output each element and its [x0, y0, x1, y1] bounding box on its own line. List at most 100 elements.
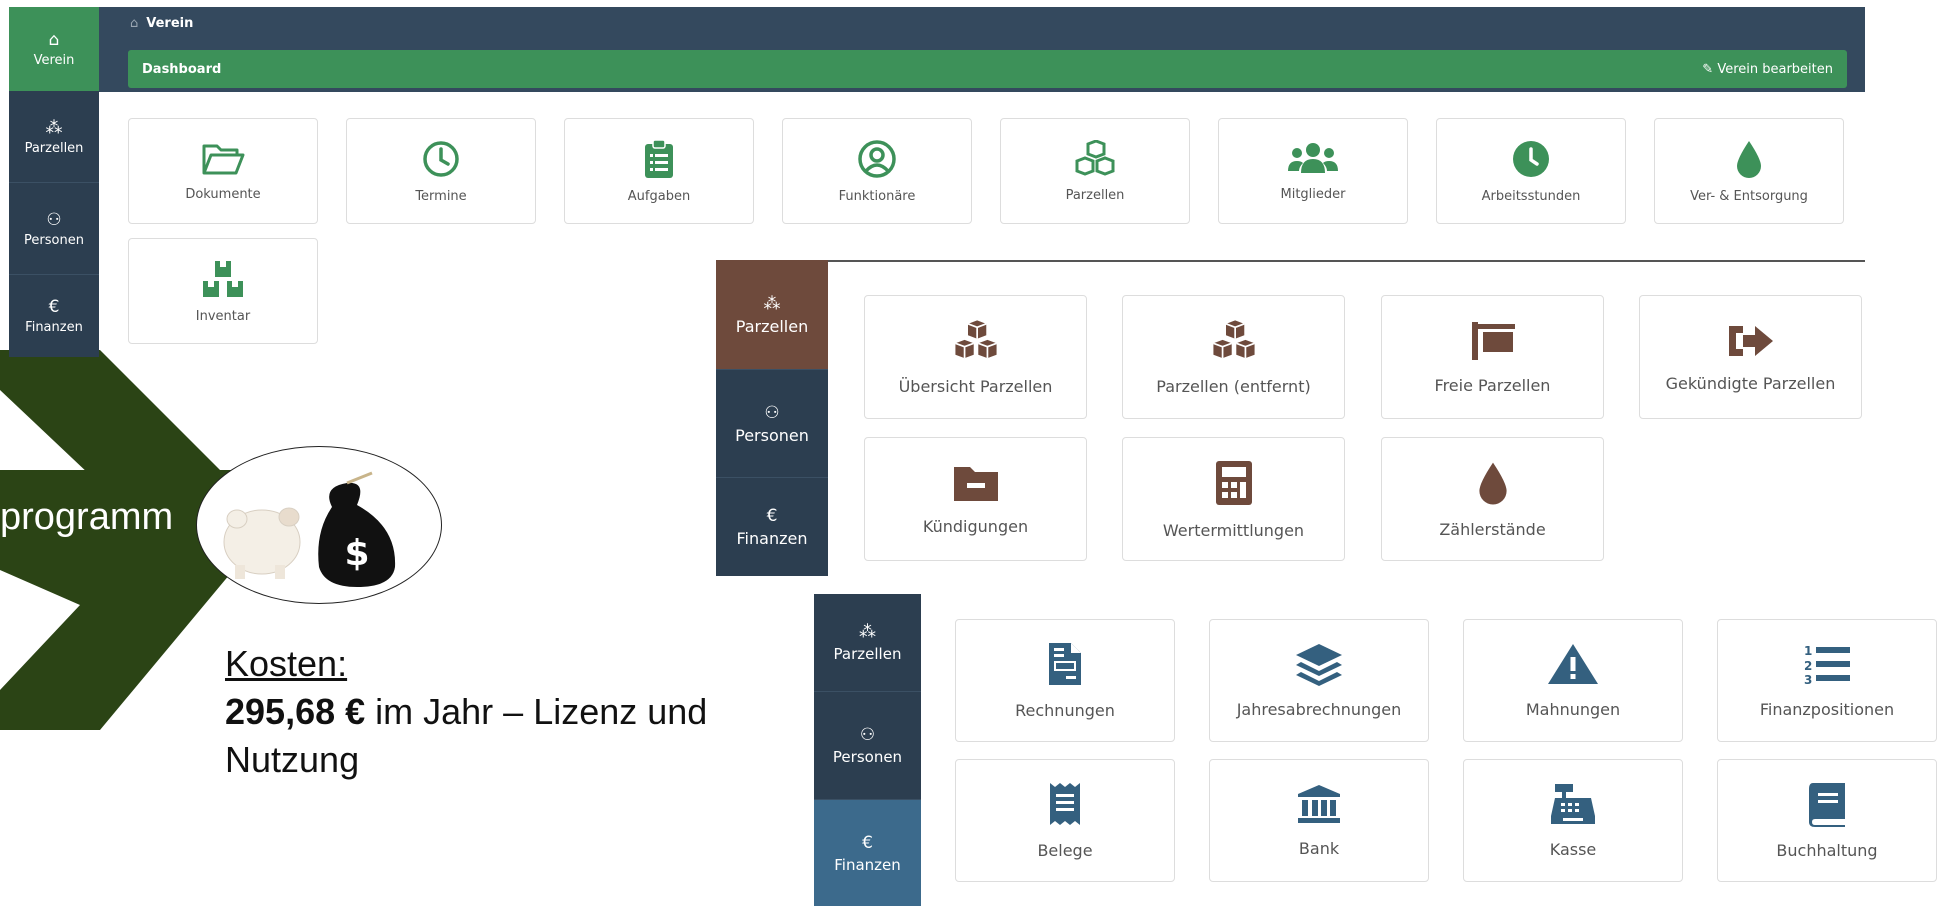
tile-parzellen-entfernt[interactable]: Parzellen (entfernt): [1122, 295, 1345, 419]
sidebar-item-label: Personen: [832, 748, 903, 766]
home-icon: ⌂: [130, 16, 139, 31]
tile-label: Belege: [1037, 841, 1093, 860]
program-text: programm: [0, 496, 174, 538]
tile-gekuendigte-parzellen[interactable]: Gekündigte Parzellen: [1639, 295, 1862, 419]
folder-open-icon: [202, 144, 245, 174]
pencil-icon: ✎: [1702, 62, 1718, 77]
sidebar-item-label: Finanzen: [834, 855, 901, 874]
tile-label: Mitglieder: [1280, 186, 1346, 202]
sidebar-item-label: Parzellen: [735, 316, 809, 336]
tile-kasse[interactable]: Kasse: [1463, 759, 1683, 882]
sidebar: ⁂ Parzellen ⚇ Personen € Finanzen: [814, 594, 921, 906]
sidebar-item-personen[interactable]: ⚇ Personen: [814, 692, 921, 800]
sidebar-item-label: Parzellen: [833, 645, 902, 663]
sidebar-item-parzellen[interactable]: ⁂ Parzellen: [716, 260, 828, 370]
tile-freie-parzellen[interactable]: Freie Parzellen: [1381, 295, 1604, 419]
cubes-icon: [1075, 139, 1115, 176]
sidebar-item-label: Personen: [24, 232, 84, 248]
tile-label: Inventar: [195, 308, 251, 324]
tile-label: Aufgaben: [627, 188, 691, 204]
euro-icon: €: [862, 832, 873, 853]
tile-label: Termine: [415, 188, 467, 204]
tint-icon: [1737, 140, 1761, 178]
tile-label: Mahnungen: [1525, 700, 1621, 719]
book-icon: [1809, 783, 1845, 827]
tile-label: Dokumente: [185, 186, 261, 202]
tint-icon: [1478, 462, 1507, 505]
arrow-shape: [0, 350, 250, 730]
home-icon: ⌂: [48, 30, 60, 50]
sidebar-item-label: Verein: [33, 53, 75, 68]
tile-finanzpositionen[interactable]: 123 Finanzpositionen: [1717, 619, 1937, 742]
tile-zaehlerstaende[interactable]: Zählerstände: [1381, 437, 1604, 561]
tile-mitglieder[interactable]: Mitglieder: [1218, 118, 1408, 224]
boxes-icon: [203, 260, 243, 297]
cubes-icon: [954, 319, 997, 358]
tile-buchhaltung[interactable]: Buchhaltung: [1717, 759, 1937, 882]
tile-ver-entsorgung[interactable]: Ver- & Entsorgung: [1654, 118, 1844, 224]
layer-group-icon: [1296, 644, 1342, 686]
tile-wertermittlungen[interactable]: Wertermittlungen: [1122, 437, 1345, 561]
sidebar-item-verein[interactable]: ⌂ Verein: [9, 7, 99, 91]
tile-bank[interactable]: Bank: [1209, 759, 1429, 882]
folder-minus-icon: [953, 466, 998, 501]
tile-label: Freie Parzellen: [1434, 375, 1551, 395]
sidebar-item-label: Parzellen: [24, 140, 84, 156]
dashboard-bar: Dashboard ✎ Verein bearbeiten: [128, 50, 1847, 88]
user-circle-icon: [858, 139, 896, 178]
sign-out-icon: [1728, 325, 1773, 356]
tile-label: Finanzpositionen: [1759, 700, 1895, 719]
tile-label: Ver- & Entsorgung: [1690, 188, 1808, 204]
tile-kuendigungen[interactable]: Kündigungen: [864, 437, 1087, 561]
cubes-icon: ⁂: [859, 622, 876, 642]
tile-label: Funktionäre: [838, 188, 916, 204]
piggy-bank-money-bag-icon: $: [223, 471, 396, 587]
tile-belege[interactable]: Belege: [955, 759, 1175, 882]
breadcrumb: ⌂ Verein: [130, 16, 193, 31]
tile-label: Wertermittlungen: [1162, 520, 1305, 540]
sidebar: ⁂ Parzellen ⚇ Personen € Finanzen: [716, 260, 828, 576]
sidebar-item-finanzen[interactable]: € Finanzen: [716, 478, 828, 576]
cubes-icon: ⁂: [763, 293, 781, 314]
tile-parzellen[interactable]: Parzellen: [1000, 118, 1190, 224]
tile-rechnungen[interactable]: Rechnungen: [955, 619, 1175, 742]
tile-funktionaere[interactable]: Funktionäre: [782, 118, 972, 224]
tile-aufgaben[interactable]: Aufgaben: [564, 118, 754, 224]
users-icon: ⚇: [764, 402, 780, 423]
tile-dokumente[interactable]: Dokumente: [128, 118, 318, 224]
tile-jahresabrechnungen[interactable]: Jahresabrechnungen: [1209, 619, 1429, 742]
tile-arbeitsstunden[interactable]: Arbeitsstunden: [1436, 118, 1626, 224]
cash-register-icon: [1551, 784, 1595, 824]
tile-label: Zählerstände: [1439, 519, 1546, 539]
svg-text:$: $: [344, 533, 369, 574]
sidebar-item-parzellen[interactable]: ⁂ Parzellen: [814, 594, 921, 692]
sidebar-item-finanzen[interactable]: € Finanzen: [814, 800, 921, 906]
sidebar-item-personen[interactable]: ⚇ Personen: [716, 370, 828, 478]
clock-solid-icon: [1513, 140, 1549, 177]
sidebar-item-label: Finanzen: [25, 320, 83, 335]
tile-label: Rechnungen: [1015, 701, 1115, 720]
tile-inventar[interactable]: Inventar: [128, 238, 318, 344]
tile-termine[interactable]: Termine: [346, 118, 536, 224]
cost-text: Kosten: 295,68 € im Jahr – Lizenz und Nu…: [225, 640, 707, 784]
savings-illustration: $: [196, 446, 442, 604]
svg-text:1: 1: [1804, 644, 1812, 658]
tile-label: Bank: [1298, 839, 1340, 858]
file-invoice-icon: [1049, 643, 1081, 685]
tile-mahnungen[interactable]: Mahnungen: [1463, 619, 1683, 742]
clipboard-list-icon: [645, 138, 673, 178]
sidebar-item-parzellen[interactable]: ⁂ Parzellen: [9, 91, 99, 183]
tile-label: Parzellen (entfernt): [1156, 376, 1311, 396]
sidebar-item-label: Finanzen: [736, 529, 808, 548]
tile-label: Kündigungen: [922, 516, 1029, 536]
sidebar-item-finanzen[interactable]: € Finanzen: [9, 275, 99, 357]
sidebar-item-personen[interactable]: ⚇ Personen: [9, 183, 99, 275]
svg-text:2: 2: [1804, 659, 1812, 673]
tile-label: Gekündigte Parzellen: [1665, 373, 1836, 393]
cost-amount: 295,68 €: [225, 691, 366, 732]
tile-uebersicht-parzellen[interactable]: Übersicht Parzellen: [864, 295, 1087, 419]
breadcrumb-label[interactable]: Verein: [146, 16, 193, 31]
tile-label: Arbeitsstunden: [1481, 188, 1581, 204]
sidebar-item-label: Personen: [735, 425, 809, 445]
edit-verein-button[interactable]: ✎ Verein bearbeiten: [1702, 62, 1833, 77]
